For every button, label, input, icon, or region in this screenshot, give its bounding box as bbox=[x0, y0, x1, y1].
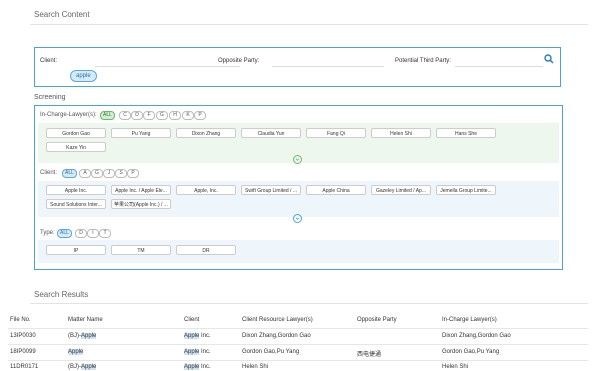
search-highlight: Apple bbox=[81, 364, 97, 370]
divider bbox=[8, 344, 588, 345]
search-highlight: Apple bbox=[184, 364, 200, 370]
type-letter-all[interactable]: ALL bbox=[57, 229, 72, 238]
search-highlight: Apple bbox=[68, 349, 84, 355]
lawyer-option[interactable]: Fang Qi bbox=[306, 128, 366, 138]
divider bbox=[30, 24, 588, 25]
type-letter[interactable]: D bbox=[75, 229, 87, 238]
client-letter[interactable]: G bbox=[91, 169, 103, 178]
client-letter[interactable]: P bbox=[127, 169, 139, 178]
client-options-panel: Apple Inc. Apple Inc. / Apple Ele... App… bbox=[38, 181, 559, 217]
client-tag[interactable]: apple bbox=[70, 70, 97, 82]
lawyer-filter-label: In-Charge-Lawyer(s): bbox=[40, 112, 97, 118]
client-letter[interactable]: J bbox=[103, 169, 115, 178]
client-input[interactable] bbox=[95, 66, 240, 67]
lawyer-letter[interactable]: D bbox=[131, 111, 143, 120]
search-highlight: Apple bbox=[184, 349, 200, 355]
search-panel: Client: Opposite Party: Potential Third … bbox=[34, 47, 561, 87]
lawyer-option[interactable]: Helen Shi bbox=[371, 128, 431, 138]
lawyer-option[interactable]: Pu Yang bbox=[111, 128, 171, 138]
cell-opposite-party: 西电捷通 bbox=[357, 352, 382, 358]
client-letter[interactable]: S bbox=[115, 169, 127, 178]
lawyer-letter[interactable]: P bbox=[194, 111, 206, 120]
client-suffix: Inc. bbox=[199, 349, 211, 355]
client-option[interactable]: Apple Inc. / Apple Ele... bbox=[111, 185, 171, 195]
screening-panel: In-Charge-Lawyer(s): ALL C D F G H K P G… bbox=[34, 105, 563, 270]
client-label: Client: bbox=[40, 58, 58, 64]
type-letter[interactable]: T bbox=[99, 229, 111, 238]
matter-prefix: (BJ)- bbox=[68, 333, 81, 339]
divider bbox=[8, 360, 588, 361]
col-in-charge-lawyer[interactable]: In-Charge Lawyer(s) bbox=[442, 317, 497, 323]
cell-in-charge-lawyer: Gordon Gao,Pu Yang bbox=[442, 349, 500, 355]
cell-resource-lawyer: Gordon Gao,Pu Yang bbox=[242, 349, 300, 355]
lawyer-option[interactable]: Gordon Gao bbox=[46, 128, 106, 138]
col-file-no[interactable]: File No. bbox=[10, 317, 31, 323]
cell-file-no[interactable]: 13IP0030 bbox=[10, 333, 36, 339]
chevron-down-icon[interactable] bbox=[293, 214, 302, 223]
search-highlight: Apple bbox=[184, 333, 200, 339]
lawyer-option[interactable]: Kaze Yin bbox=[46, 142, 106, 152]
matter-prefix: (BJ)- bbox=[68, 364, 81, 370]
cell-in-charge-lawyer: Dixon Zhang,Gordon Gao bbox=[442, 333, 511, 339]
divider bbox=[30, 303, 588, 304]
client-option[interactable]: Gazeley Limited / Ap... bbox=[371, 185, 431, 195]
search-content-title: Search Content bbox=[34, 10, 90, 19]
lawyer-option[interactable]: Hans She bbox=[436, 128, 496, 138]
col-matter-name[interactable]: Matter Name bbox=[68, 317, 103, 323]
type-option[interactable]: IP bbox=[46, 245, 106, 255]
type-option[interactable]: TM bbox=[111, 245, 171, 255]
client-letter-all[interactable]: ALL bbox=[62, 169, 77, 178]
cell-client[interactable]: Apple Inc. bbox=[184, 349, 211, 355]
type-option[interactable]: DR bbox=[176, 245, 236, 255]
client-option[interactable]: 苹果公司(Apple Inc.) / ... bbox=[111, 199, 171, 209]
cell-matter-name[interactable]: (BJ)-Apple bbox=[68, 333, 97, 339]
client-option[interactable]: Apple Inc. bbox=[46, 185, 106, 195]
cell-matter-name[interactable]: (BJ)-Apple bbox=[68, 364, 97, 370]
opposite-party-label: Opposite Party: bbox=[218, 58, 260, 64]
client-option[interactable]: Apple, Inc. bbox=[176, 185, 236, 195]
search-results-title: Search Results bbox=[34, 290, 89, 299]
type-filter-label: Type: bbox=[40, 230, 55, 236]
type-options-panel: IP TM DR bbox=[38, 240, 559, 263]
third-party-input[interactable] bbox=[455, 66, 543, 67]
cell-client[interactable]: Apple Inc. bbox=[184, 364, 211, 370]
lawyer-letter[interactable]: C bbox=[119, 111, 131, 120]
cell-file-no[interactable]: 18IP0099 bbox=[10, 349, 36, 355]
chevron-down-icon[interactable] bbox=[293, 155, 302, 164]
cell-resource-lawyer: Dixon Zhang,Gordon Gao bbox=[242, 333, 311, 339]
search-icon[interactable] bbox=[544, 54, 554, 64]
cell-in-charge-lawyer: Helen Shi bbox=[442, 364, 469, 370]
lawyer-letter-all[interactable]: ALL bbox=[100, 111, 115, 120]
lawyer-letter[interactable]: H bbox=[169, 111, 181, 120]
divider bbox=[8, 328, 588, 329]
client-suffix: Inc. bbox=[199, 364, 211, 370]
third-party-label: Potential Third Party: bbox=[395, 58, 451, 64]
client-filter-label: Client: bbox=[40, 170, 58, 176]
opposite-party-input[interactable] bbox=[272, 66, 384, 67]
client-suffix: Inc. bbox=[199, 333, 211, 339]
lawyer-option[interactable]: Claudia Yun bbox=[241, 128, 301, 138]
client-letter[interactable]: A bbox=[79, 169, 91, 178]
cell-file-no[interactable]: 11DR0171 bbox=[10, 364, 38, 370]
client-option[interactable]: Apple China bbox=[306, 185, 366, 195]
lawyer-option[interactable]: Dixon Zhang bbox=[176, 128, 236, 138]
search-highlight: Apple bbox=[81, 333, 97, 339]
lawyer-letter[interactable]: G bbox=[156, 111, 168, 120]
lawyer-letter[interactable]: F bbox=[143, 111, 155, 120]
col-resource-lawyer[interactable]: Client Resource Lawyer(s) bbox=[242, 317, 313, 323]
col-opposite-party[interactable]: Opposite Party bbox=[357, 317, 397, 323]
screening-title: Screening bbox=[34, 94, 66, 101]
cell-resource-lawyer: Helen Shi bbox=[242, 364, 269, 370]
cell-matter-name[interactable]: Apple bbox=[68, 349, 84, 355]
col-client[interactable]: Client bbox=[184, 317, 199, 323]
client-option[interactable]: Swift Group Limited / ... bbox=[241, 185, 301, 195]
client-option[interactable]: Jemella Group Limite... bbox=[436, 185, 496, 195]
client-option[interactable]: Sound Solutions Inter... bbox=[46, 199, 106, 209]
lawyer-letter[interactable]: K bbox=[182, 111, 194, 120]
type-letter[interactable]: I bbox=[87, 229, 99, 238]
cell-client[interactable]: Apple Inc. bbox=[184, 333, 211, 339]
